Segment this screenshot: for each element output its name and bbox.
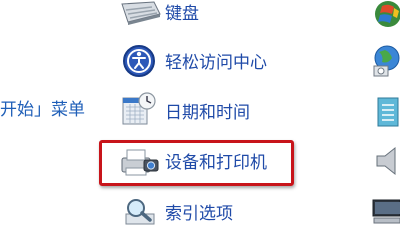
- calendar-clock-icon: [122, 92, 156, 125]
- network-globe-icon[interactable]: [370, 44, 400, 78]
- ease-of-access-icon: [123, 45, 155, 77]
- item-label-date-time: 日期和时间: [165, 103, 250, 123]
- keyboard-icon: [121, 1, 161, 25]
- speaker-icon[interactable]: [373, 145, 400, 177]
- display-icon[interactable]: [370, 198, 400, 226]
- item-label-indexing-options: 索引选项: [165, 204, 233, 224]
- start-menu-link[interactable]: 开始」菜单: [0, 99, 85, 121]
- item-label-devices-printers: 设备和打印机: [165, 153, 267, 173]
- windows-globe-icon[interactable]: [372, 0, 400, 28]
- item-label-keyboard: 键盘: [165, 4, 199, 24]
- index-magnifier-icon: [125, 199, 155, 225]
- printer-camera-icon: [121, 149, 159, 176]
- notepad-icon[interactable]: [372, 96, 400, 128]
- item-label-ease-of-access: 轻松访问中心: [165, 53, 267, 73]
